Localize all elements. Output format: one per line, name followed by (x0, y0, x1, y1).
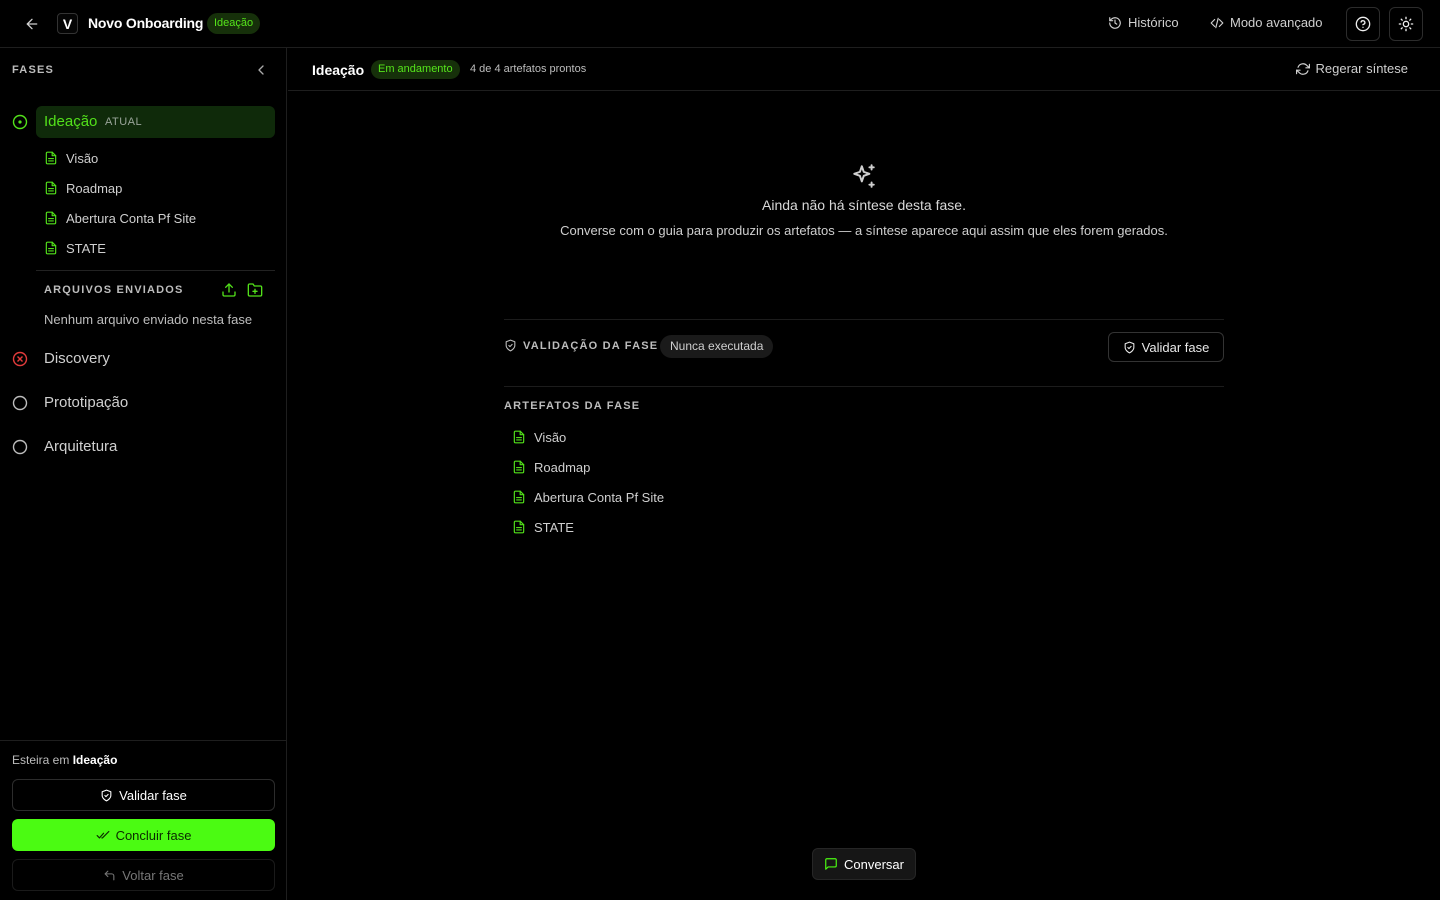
refresh-icon (1295, 62, 1310, 75)
app-title: Novo Onboarding (88, 15, 204, 31)
back-phase-label: Voltar fase (122, 867, 184, 883)
message-square-icon (825, 858, 837, 870)
chat-label: Conversar (844, 856, 904, 872)
validation-title: VALIDAÇÃO DA FASE (504, 339, 658, 352)
pending-circle-icon (12, 439, 28, 455)
help-circle-icon (1355, 16, 1371, 32)
artifact-label: Roadmap (534, 459, 591, 475)
upload-icon[interactable] (221, 282, 237, 298)
sidebar-footer: Esteira em Ideação Validar fase Concluir… (0, 740, 287, 900)
pipeline-phase: Ideação (72, 753, 118, 767)
app-logo: V (57, 13, 78, 34)
files-empty-text: Nenhum arquivo enviado nesta fase (44, 312, 253, 327)
error-circle-icon (12, 351, 28, 367)
file-text-icon (513, 490, 525, 504)
artifact-item[interactable]: Roadmap (504, 453, 804, 481)
help-button[interactable] (1346, 7, 1380, 41)
validate-phase-main-button[interactable]: Validar fase (1108, 332, 1224, 362)
divider (36, 270, 275, 271)
history-label: Histórico (1128, 15, 1179, 30)
artifact-label: STATE (66, 240, 106, 256)
phase-label: Prototipação (44, 394, 129, 411)
top-bar: V Novo Onboarding Ideação Histórico Modo… (0, 0, 1440, 48)
phase-label: Arquitetura (44, 438, 118, 455)
pipeline-status: Esteira em Ideação (12, 753, 117, 767)
validation-title-text: VALIDAÇÃO DA FASE (523, 339, 659, 352)
file-text-icon (45, 181, 57, 195)
status-badge: Em andamento (371, 60, 460, 79)
phase-label: Ideação (44, 113, 98, 130)
phase-item-arquitetura[interactable]: Arquitetura (0, 431, 287, 463)
file-text-icon (45, 211, 57, 225)
pending-circle-icon (12, 395, 28, 411)
phase-badge: Ideação (207, 13, 261, 34)
conclude-phase-label: Concluir fase (115, 827, 192, 843)
regenerate-synthesis-button[interactable]: Regerar síntese (1295, 61, 1409, 76)
file-text-icon (513, 460, 525, 474)
validate-phase-main-label: Validar fase (1141, 339, 1210, 355)
back-phase-button[interactable]: Voltar fase (12, 859, 275, 891)
pipeline-prefix: Esteira em (12, 753, 70, 767)
current-phase-icon (12, 114, 28, 130)
folder-plus-icon[interactable] (247, 282, 263, 298)
advanced-mode-button[interactable]: Modo avançado (1210, 15, 1323, 30)
sidebar-artifact-item[interactable]: STATE (36, 235, 275, 261)
divider (504, 319, 1224, 320)
sparkles-icon (853, 164, 875, 188)
phase-label: Discovery (44, 350, 110, 367)
empty-state-description: Converse com o guia para produzir os art… (560, 223, 1168, 238)
shield-check-icon (505, 339, 516, 352)
uploaded-files-title: ARQUIVOS ENVIADOS (44, 284, 184, 296)
sidebar-artifact-item[interactable]: Visão (36, 145, 275, 171)
artifacts-title: ARTEFATOS DA FASE (504, 400, 641, 412)
back-button[interactable] (20, 12, 44, 36)
phase-item-discovery[interactable]: Discovery (0, 343, 287, 375)
artifact-label: Abertura Conta Pf Site (534, 489, 665, 505)
page-title: Ideação (312, 62, 365, 78)
advanced-mode-label: Modo avançado (1230, 15, 1323, 30)
artifact-item[interactable]: Visão (504, 423, 804, 451)
divider (504, 386, 1224, 387)
chevron-left-icon (258, 65, 264, 75)
sidebar-title: FASES (12, 64, 55, 76)
conclude-phase-button[interactable]: Concluir fase (12, 819, 275, 851)
code-icon (1210, 17, 1224, 28)
shield-check-icon (1124, 341, 1135, 353)
sidebar-artifact-item[interactable]: Abertura Conta Pf Site (36, 205, 275, 231)
artifact-label: Abertura Conta Pf Site (66, 210, 197, 226)
check-double-icon (96, 830, 109, 839)
empty-state-title: Ainda não há síntese desta fase. (762, 197, 966, 213)
phase-item-ideacao[interactable]: Ideação ATUAL (0, 106, 287, 138)
file-text-icon (45, 241, 57, 255)
theme-toggle-button[interactable] (1389, 7, 1423, 41)
validate-phase-label: Validar fase (119, 787, 187, 803)
history-icon (1109, 16, 1121, 29)
artifact-label: Visão (66, 150, 99, 166)
artifact-label: Visão (534, 429, 567, 445)
chat-button[interactable]: Conversar (812, 848, 916, 880)
artifact-item[interactable]: STATE (504, 513, 804, 541)
artifact-count: 4 de 4 artefatos prontos (470, 63, 587, 75)
arrow-left-icon (26, 18, 38, 30)
undo-icon (104, 870, 115, 880)
sidebar: FASES Ideação ATUAL Visão Roadmap Abertu… (0, 48, 287, 900)
file-text-icon (513, 520, 525, 534)
file-text-icon (45, 151, 57, 165)
sun-icon (1398, 16, 1414, 32)
shield-check-icon (101, 789, 112, 801)
history-button[interactable]: Histórico (1108, 15, 1179, 30)
main-content: Ideação Em andamento 4 de 4 artefatos pr… (288, 48, 1440, 900)
file-text-icon (513, 430, 525, 444)
regenerate-label: Regerar síntese (1315, 61, 1409, 76)
collapse-sidebar-button[interactable] (253, 62, 269, 78)
phase-item-prototipacao[interactable]: Prototipação (0, 387, 287, 419)
artifact-item[interactable]: Abertura Conta Pf Site (504, 483, 804, 511)
current-tag: ATUAL (105, 116, 143, 128)
sidebar-artifact-item[interactable]: Roadmap (36, 175, 275, 201)
artifact-label: STATE (534, 519, 574, 535)
validate-phase-button[interactable]: Validar fase (12, 779, 275, 811)
artifact-label: Roadmap (66, 180, 123, 196)
validation-status-badge: Nunca executada (660, 335, 774, 358)
main-header: Ideação Em andamento 4 de 4 artefatos pr… (288, 48, 1440, 91)
